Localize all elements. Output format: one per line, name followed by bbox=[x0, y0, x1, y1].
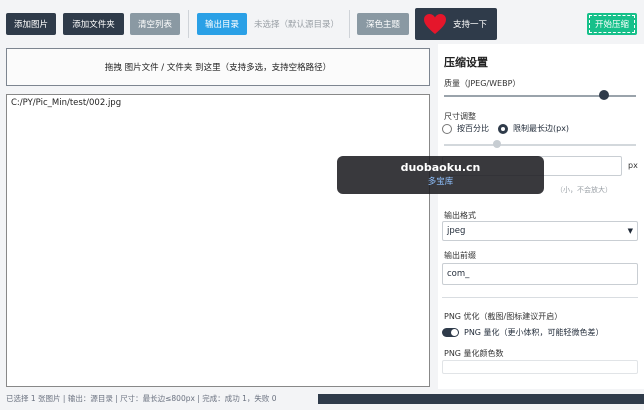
status-progress-bar bbox=[318, 394, 644, 404]
add-folder-button[interactable]: 添加文件夹 bbox=[63, 13, 124, 35]
heart-icon bbox=[423, 13, 447, 35]
support-label: 支持一下 bbox=[453, 20, 488, 30]
file-list[interactable]: C:/PY/Pic_Min/test/002.jpg bbox=[6, 94, 430, 387]
settings-panel: 压缩设置 质量（JPEG/WEBP） 尺寸调整 按百分比 限制最长边(px) p… bbox=[438, 44, 644, 389]
format-select[interactable]: jpeg ▼ bbox=[442, 221, 638, 241]
size-hint: （小，不会放大） bbox=[556, 186, 612, 194]
size-slider-knob[interactable] bbox=[493, 140, 501, 148]
list-item[interactable]: C:/PY/Pic_Min/test/002.jpg bbox=[11, 98, 425, 108]
quality-slider-knob[interactable] bbox=[599, 90, 609, 100]
png-colors-select[interactable] bbox=[442, 360, 638, 374]
png-quantize-toggle[interactable]: PNG 量化（更小体积，可能轻微色差） bbox=[442, 327, 604, 338]
settings-title: 压缩设置 bbox=[444, 56, 488, 69]
output-dir-button[interactable]: 输出目录 bbox=[197, 13, 247, 35]
dark-theme-button[interactable]: 深色主题 bbox=[357, 13, 409, 35]
toolbar-divider bbox=[188, 10, 189, 38]
prefix-value: com_ bbox=[447, 269, 470, 279]
add-image-button[interactable]: 添加图片 bbox=[6, 13, 56, 35]
radio-checked-icon bbox=[498, 123, 508, 134]
png-quantize-label: PNG 量化（更小体积，可能轻微色差） bbox=[464, 328, 604, 337]
status-text: 已选择 1 张图片 | 输出：源目录 | 尺寸：最长边≤800px | 完成：成… bbox=[6, 393, 277, 403]
prefix-label: 输出前缀 bbox=[444, 251, 476, 260]
format-label: 输出格式 bbox=[444, 211, 476, 220]
watermark-overlay: duobaoku.cn 多宝库 bbox=[337, 156, 544, 194]
drop-zone[interactable]: 拖拽 图片文件 / 文件夹 到这里（支持多选，支持空格路径） bbox=[6, 48, 430, 86]
toggle-knob bbox=[451, 329, 458, 336]
chevron-down-icon: ▼ bbox=[627, 227, 633, 235]
clear-list-button[interactable]: 清空列表 bbox=[130, 13, 180, 35]
px-unit: px bbox=[628, 161, 638, 170]
start-compress-button[interactable]: 开始压缩 bbox=[587, 13, 637, 35]
size-slider-track[interactable] bbox=[444, 144, 636, 146]
radio-percent[interactable]: 按百分比 bbox=[442, 123, 489, 134]
radio-longest-edge[interactable]: 限制最长边(px) bbox=[498, 123, 569, 134]
radio-longest-label: 限制最长边(px) bbox=[513, 124, 570, 133]
prefix-input[interactable]: com_ bbox=[442, 263, 638, 285]
drop-zone-text: 拖拽 图片文件 / 文件夹 到这里（支持多选，支持空格路径） bbox=[104, 63, 332, 73]
quality-label: 质量（JPEG/WEBP） bbox=[444, 79, 521, 88]
watermark-line2: 多宝库 bbox=[427, 177, 454, 187]
png-optimize-label: PNG 优化（截图/图标建议开启） bbox=[444, 312, 563, 321]
output-dir-status: 未选择（默认源目录） bbox=[254, 20, 340, 30]
format-value: jpeg bbox=[447, 226, 466, 236]
panel-divider bbox=[442, 297, 638, 298]
png-colors-label: PNG 量化颜色数 bbox=[444, 349, 504, 358]
watermark-line1: duobaoku.cn bbox=[400, 161, 481, 174]
support-button[interactable]: 支持一下 bbox=[415, 8, 497, 40]
toggle-switch bbox=[442, 328, 459, 337]
toolbar-divider bbox=[349, 10, 350, 38]
radio-percent-label: 按百分比 bbox=[457, 124, 489, 133]
size-label: 尺寸调整 bbox=[444, 112, 476, 121]
radio-unchecked-icon bbox=[442, 123, 452, 134]
